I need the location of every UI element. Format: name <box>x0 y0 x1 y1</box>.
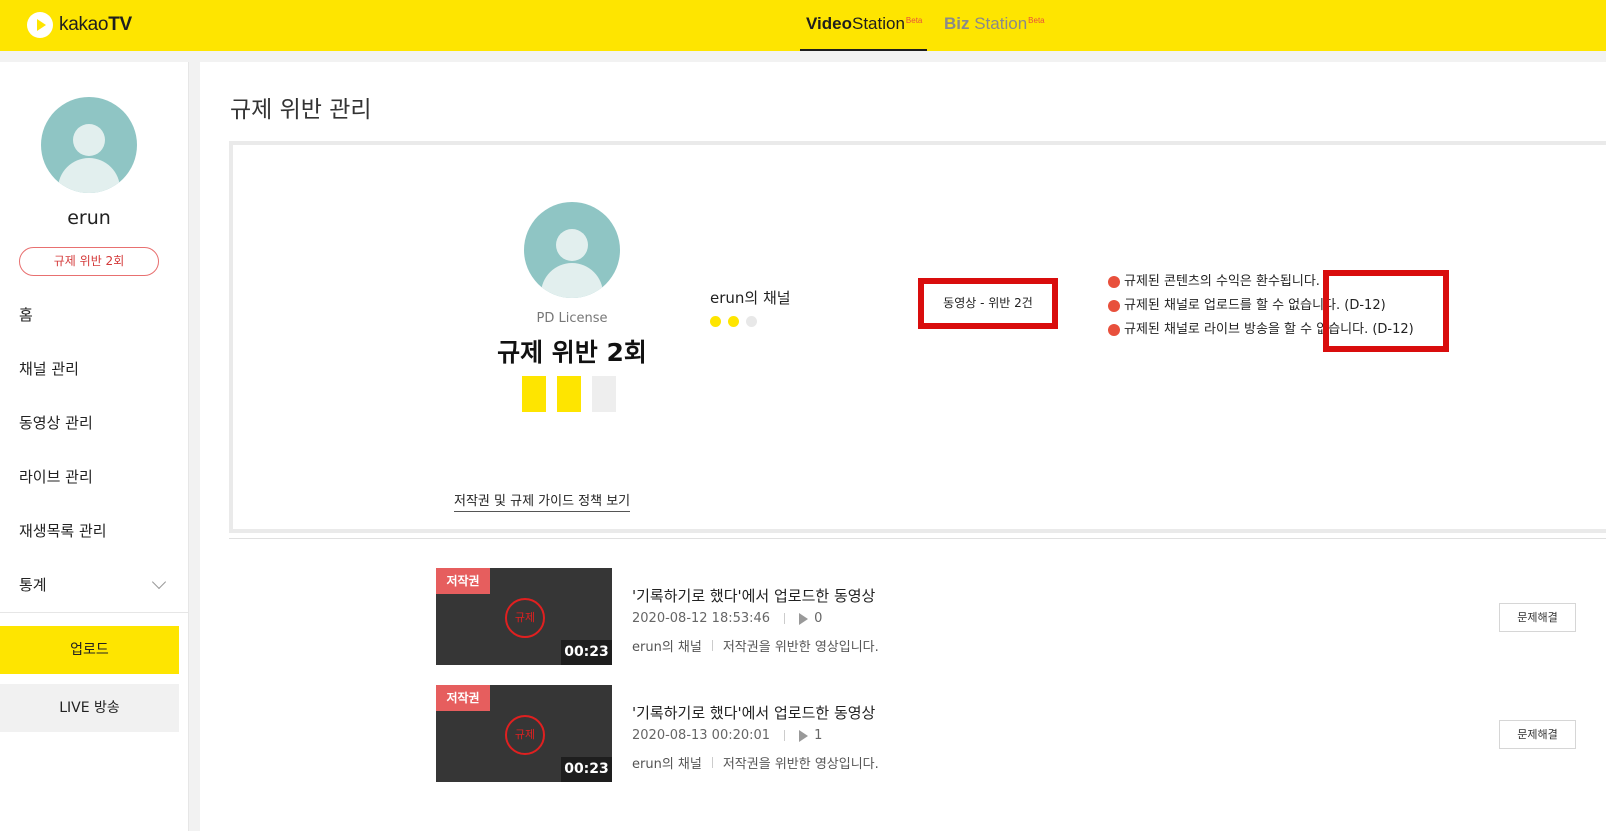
violation-count-heading: 규제 위반 2회 <box>497 338 647 367</box>
video-title[interactable]: '기록하기로 했다'에서 업로드한 동영상 <box>632 702 875 723</box>
channel-avatar <box>524 202 620 298</box>
sidebar-item-home[interactable]: 홈 <box>0 288 188 342</box>
tab-video-station[interactable]: VideoStationBeta <box>800 14 927 51</box>
copyright-tag: 저작권 <box>436 685 490 711</box>
resolve-issue-button[interactable]: 문제해결 <box>1499 603 1576 632</box>
sidebar-item-live[interactable]: 라이브 관리 <box>0 450 188 504</box>
divider <box>784 730 786 741</box>
violation-level-square <box>557 376 581 412</box>
video-sub-info: erun의 채널 저작권을 위반한 영상입니다. <box>632 753 879 772</box>
divider <box>711 640 713 651</box>
guide-policy-link[interactable]: 저작권 및 규제 가이드 정책 보기 <box>454 490 631 512</box>
sidebar-item-label: 홈 <box>19 306 33 324</box>
video-channel: erun의 채널 <box>632 640 702 655</box>
divider <box>0 612 188 613</box>
video-channel: erun의 채널 <box>632 757 702 772</box>
chevron-down-icon <box>151 574 167 590</box>
list-item: 저작권 규제 00:23 '기록하기로 했다'에서 업로드한 동영상 2020-… <box>436 685 1606 782</box>
kakaotv-logo[interactable]: kakaoTV <box>27 12 132 38</box>
divider <box>711 757 713 768</box>
video-meta: 2020-08-13 00:20:01 1 <box>632 728 822 743</box>
video-title[interactable]: '기록하기로 했다'에서 업로드한 동영상 <box>632 585 875 606</box>
play-count: 1 <box>814 728 823 743</box>
avatar-body-shape <box>541 263 603 298</box>
video-duration: 00:23 <box>561 640 612 665</box>
sidebar-border <box>188 62 189 831</box>
violation-dot <box>728 316 739 327</box>
play-count-icon <box>799 612 809 625</box>
sidebar-item-stats[interactable]: 통계 <box>0 558 188 612</box>
channel-name: erun의 채널 <box>710 289 791 307</box>
sidebar-item-label: 통계 <box>19 576 47 594</box>
violation-level-square <box>522 376 546 412</box>
video-meta: 2020-08-12 18:53:46 0 <box>632 611 822 626</box>
top-bar: kakaoTV VideoStationBeta Biz StationBeta <box>0 0 1606 51</box>
violation-dot <box>746 316 757 327</box>
avatar <box>41 97 137 193</box>
avatar-head-shape <box>556 229 588 261</box>
restricted-seal-icon: 규제 <box>505 715 545 755</box>
video-violation-count: 동영상 - 위반 2건 <box>918 278 1058 329</box>
violation-badge[interactable]: 규제 위반 2회 <box>19 247 159 276</box>
copyright-tag: 저작권 <box>436 568 490 594</box>
upload-datetime: 2020-08-12 18:53:46 <box>632 611 771 626</box>
divider <box>229 538 1606 539</box>
video-thumbnail[interactable]: 저작권 규제 00:23 <box>436 568 612 665</box>
sidebar-menu: 홈 채널 관리 동영상 관리 라이브 관리 재생목록 관리 통계 <box>0 288 188 612</box>
resolve-issue-button[interactable]: 문제해결 <box>1499 720 1576 749</box>
sidebar-item-playlist[interactable]: 재생목록 관리 <box>0 504 188 558</box>
avatar-head-shape <box>73 124 105 156</box>
live-broadcast-button[interactable]: LIVE 방송 <box>0 684 179 732</box>
pd-license-label: PD License <box>536 311 608 326</box>
main-content: 규제 위반 관리 PD License 규제 위반 2회 erun의 채널 동영… <box>200 62 1606 831</box>
sidebar-item-label: 라이브 관리 <box>19 468 93 486</box>
sidebar: erun 규제 위반 2회 홈 채널 관리 동영상 관리 라이브 관리 재생목록… <box>0 62 189 831</box>
tab-biz-station[interactable]: Biz StationBeta <box>944 14 1045 51</box>
logo-text: kakaoTV <box>59 14 132 35</box>
video-thumbnail[interactable]: 저작권 규제 00:23 <box>436 685 612 782</box>
video-duration: 00:23 <box>561 757 612 782</box>
sidebar-item-label: 재생목록 관리 <box>19 522 107 540</box>
play-logo-icon <box>27 12 53 38</box>
violation-reason: 저작권을 위반한 영상입니다. <box>722 640 879 655</box>
user-name: erun <box>67 207 111 229</box>
upload-datetime: 2020-08-13 00:20:01 <box>632 728 771 743</box>
divider <box>784 613 786 624</box>
list-item: 저작권 규제 00:23 '기록하기로 했다'에서 업로드한 동영상 2020-… <box>436 568 1606 665</box>
highlight-box <box>1323 270 1449 352</box>
video-sub-info: erun의 채널 저작권을 위반한 영상입니다. <box>632 636 879 655</box>
page-title: 규제 위반 관리 <box>230 97 372 123</box>
channel-violation-dots <box>710 316 757 327</box>
play-count: 0 <box>814 611 823 626</box>
sidebar-item-label: 채널 관리 <box>19 360 79 378</box>
upload-button[interactable]: 업로드 <box>0 626 179 674</box>
avatar-body-shape <box>58 158 120 193</box>
sidebar-item-label: 동영상 관리 <box>19 414 93 432</box>
violation-level-indicator <box>522 376 616 412</box>
violation-dot <box>710 316 721 327</box>
violation-summary-card: PD License 규제 위반 2회 erun의 채널 동영상 - 위반 2건… <box>229 141 1606 533</box>
sidebar-item-videos[interactable]: 동영상 관리 <box>0 396 188 450</box>
sidebar-item-channel[interactable]: 채널 관리 <box>0 342 188 396</box>
violation-level-square <box>592 376 616 412</box>
violation-reason: 저작권을 위반한 영상입니다. <box>722 757 879 772</box>
restricted-seal-icon: 규제 <box>505 598 545 638</box>
play-count-icon <box>799 729 809 742</box>
